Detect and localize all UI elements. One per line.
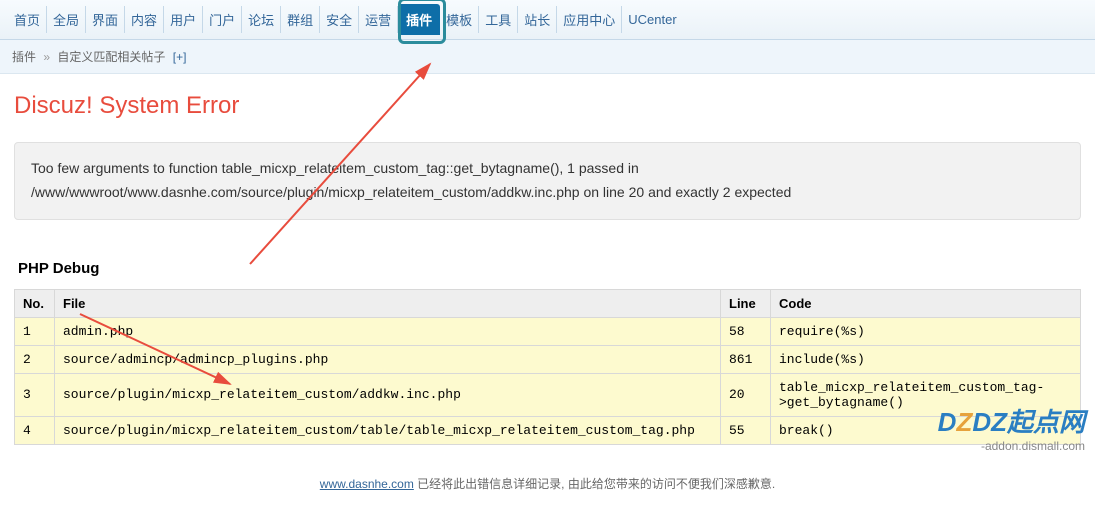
nav-item-0[interactable]: 首页 xyxy=(8,6,47,33)
td-no: 2 xyxy=(15,345,55,373)
th-line: Line xyxy=(721,289,771,317)
breadcrumb-root[interactable]: 插件 xyxy=(12,50,36,64)
td-code: include(%s) xyxy=(771,345,1081,373)
breadcrumb-sep: » xyxy=(43,50,50,64)
td-file: admin.php xyxy=(55,317,721,345)
nav-item-13[interactable]: 站长 xyxy=(518,6,557,33)
td-no: 3 xyxy=(15,373,55,416)
td-line: 861 xyxy=(721,345,771,373)
td-file: source/plugin/micxp_relateitem_custom/ad… xyxy=(55,373,721,416)
nav-item-8[interactable]: 安全 xyxy=(320,6,359,33)
nav-item-4[interactable]: 用户 xyxy=(164,6,203,33)
nav-item-11[interactable]: 模板 xyxy=(440,6,479,33)
nav-item-14[interactable]: 应用中心 xyxy=(557,6,622,33)
table-row: 2source/admincp/admincp_plugins.php861in… xyxy=(15,345,1081,373)
table-row: 3source/plugin/micxp_relateitem_custom/a… xyxy=(15,373,1081,416)
nav-item-6[interactable]: 论坛 xyxy=(242,6,281,33)
td-file: source/plugin/micxp_relateitem_custom/ta… xyxy=(55,416,721,444)
footer: www.dasnhe.com 已经将此出错信息详细记录, 由此给您带来的访问不便… xyxy=(0,463,1095,504)
content-area: Discuz! System Error Too few arguments t… xyxy=(0,74,1095,463)
th-no: No. xyxy=(15,289,55,317)
table-header-row: No. File Line Code xyxy=(15,289,1081,317)
th-code: Code xyxy=(771,289,1081,317)
breadcrumb-current: 自定义匹配相关帖子 xyxy=(57,50,165,64)
table-row: 1admin.php58require(%s) xyxy=(15,317,1081,345)
nav-item-2[interactable]: 界面 xyxy=(86,6,125,33)
nav-item-15[interactable]: UCenter xyxy=(622,8,682,31)
nav-item-3[interactable]: 内容 xyxy=(125,6,164,33)
td-line: 55 xyxy=(721,416,771,444)
td-code: require(%s) xyxy=(771,317,1081,345)
nav-item-1[interactable]: 全局 xyxy=(47,6,86,33)
nav-item-5[interactable]: 门户 xyxy=(203,6,242,33)
debug-tbody: 1admin.php58require(%s)2source/admincp/a… xyxy=(15,317,1081,444)
nav-item-7[interactable]: 群组 xyxy=(281,6,320,33)
error-title: Discuz! System Error xyxy=(14,92,1081,120)
top-nav: 首页全局界面内容用户门户论坛群组安全运营插件模板工具站长应用中心UCenter xyxy=(0,0,1095,40)
footer-link[interactable]: www.dasnhe.com xyxy=(320,477,414,491)
nav-item-9[interactable]: 运营 xyxy=(359,6,398,33)
th-file: File xyxy=(55,289,721,317)
nav-item-12[interactable]: 工具 xyxy=(479,6,518,33)
td-line: 20 xyxy=(721,373,771,416)
table-row: 4source/plugin/micxp_relateitem_custom/t… xyxy=(15,416,1081,444)
td-no: 4 xyxy=(15,416,55,444)
td-code: break() xyxy=(771,416,1081,444)
debug-title: PHP Debug xyxy=(18,260,1081,277)
breadcrumb-add[interactable]: [+] xyxy=(173,50,187,64)
breadcrumb: 插件 » 自定义匹配相关帖子 [+] xyxy=(0,40,1095,74)
debug-table: No. File Line Code 1admin.php58require(%… xyxy=(14,289,1081,445)
td-code: table_micxp_relateitem_custom_tag->get_b… xyxy=(771,373,1081,416)
td-file: source/admincp/admincp_plugins.php xyxy=(55,345,721,373)
error-message-box: Too few arguments to function table_micx… xyxy=(14,142,1081,220)
footer-text: 已经将此出错信息详细记录, 由此给您带来的访问不便我们深感歉意. xyxy=(414,477,775,491)
td-line: 58 xyxy=(721,317,771,345)
nav-item-10[interactable]: 插件 xyxy=(398,4,440,35)
td-no: 1 xyxy=(15,317,55,345)
